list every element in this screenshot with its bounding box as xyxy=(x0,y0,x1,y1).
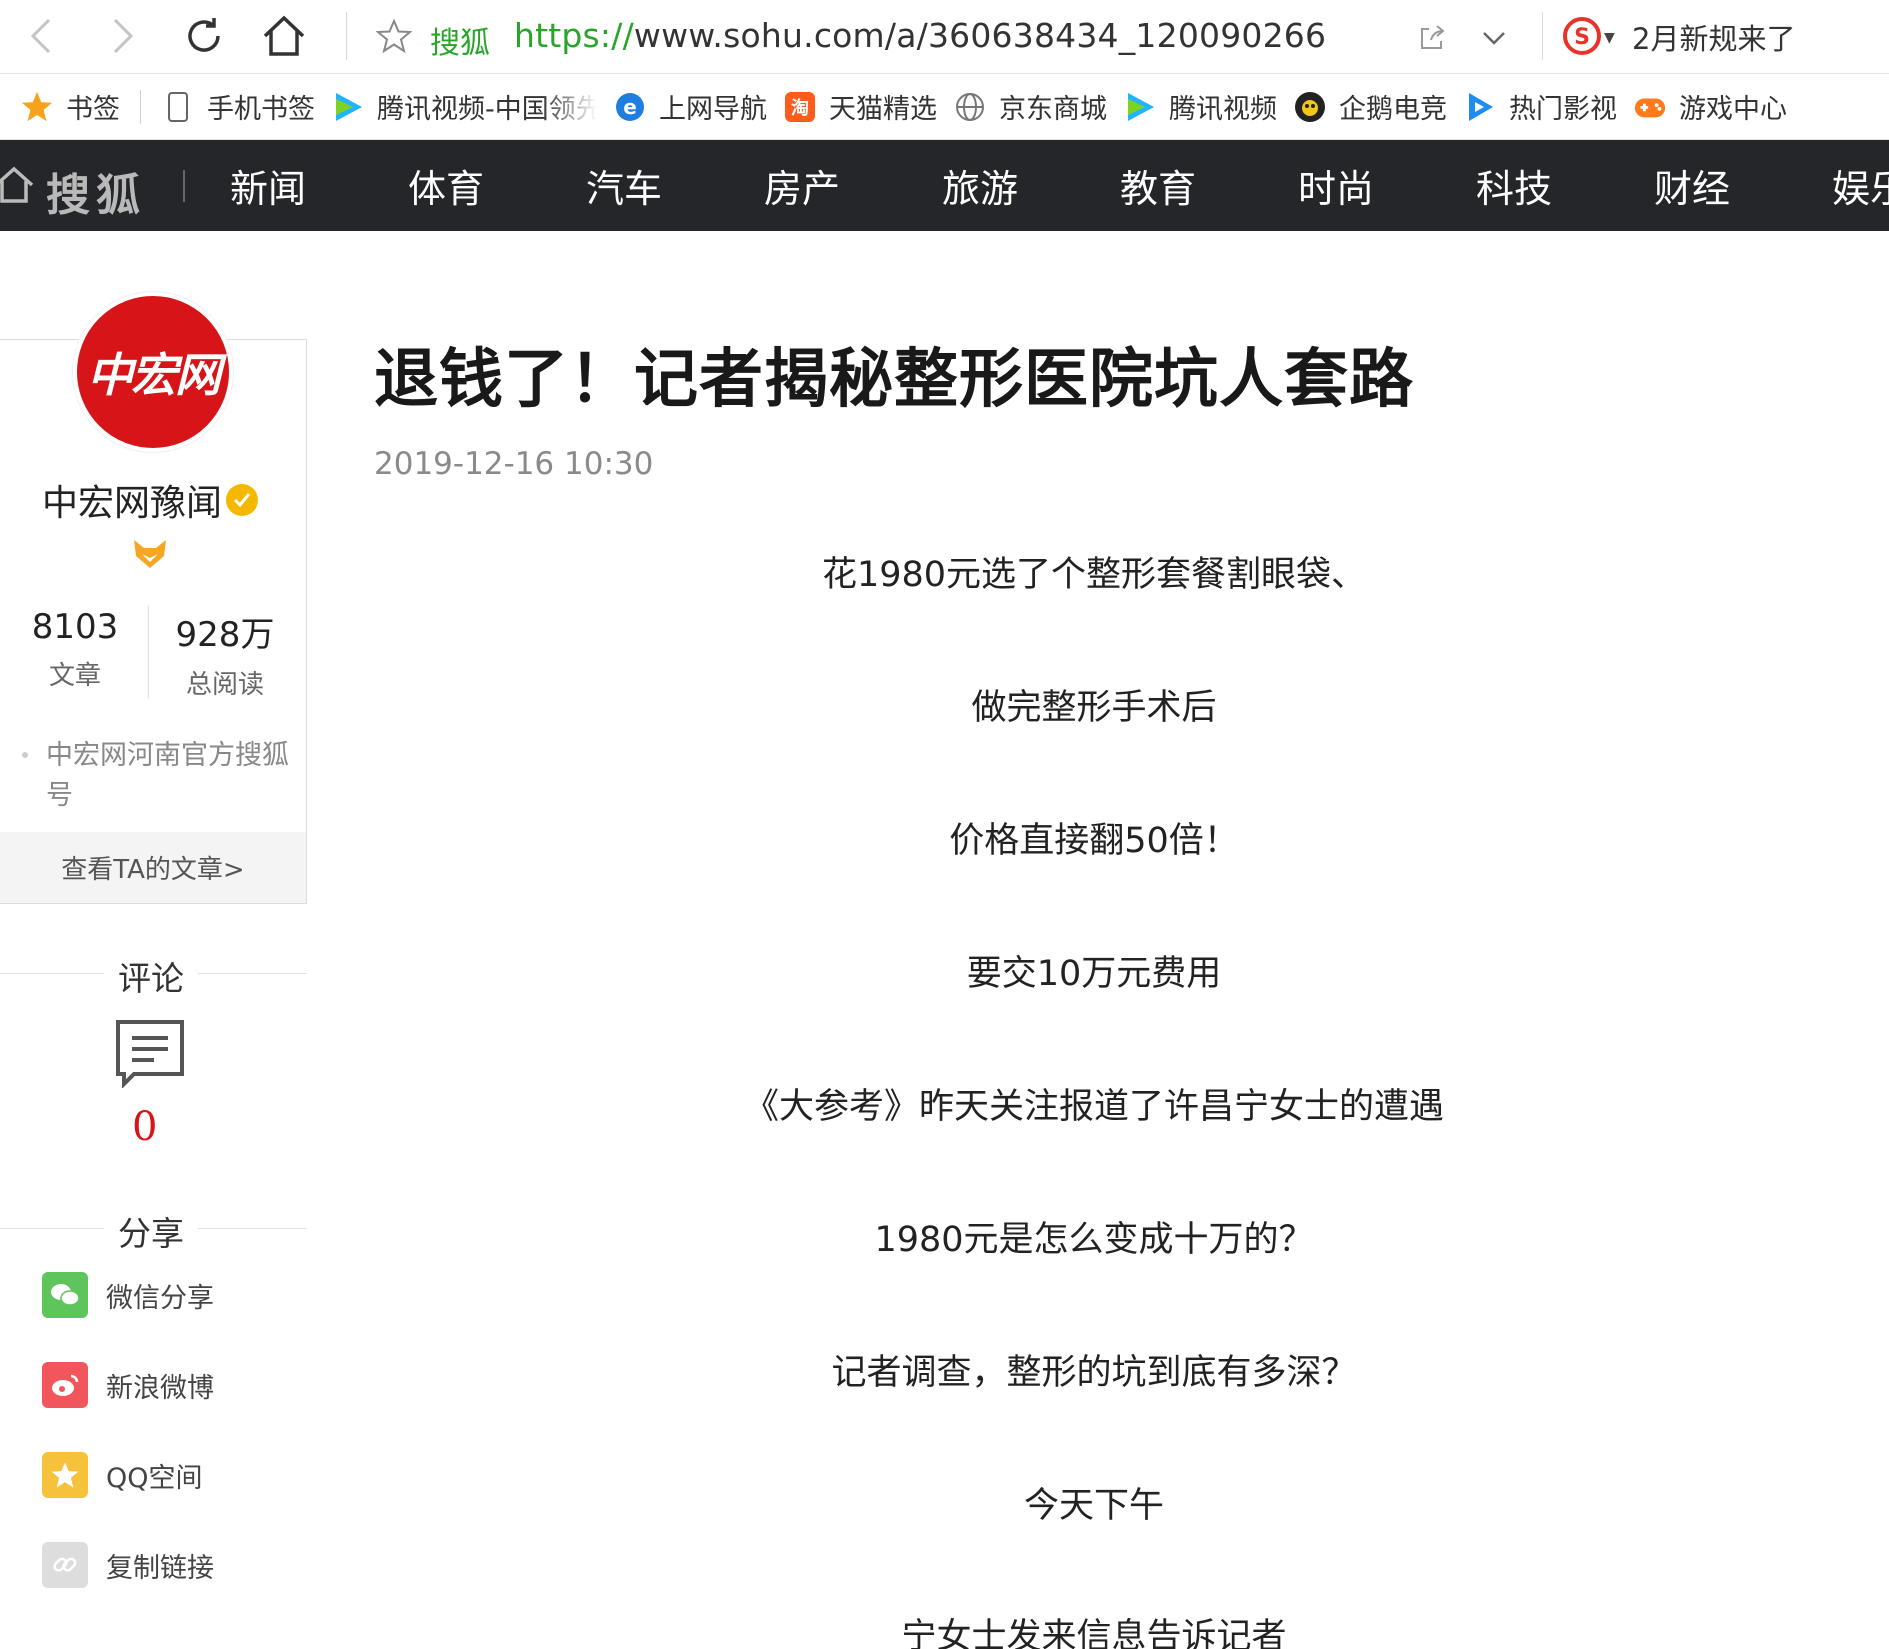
articles-stat: 8103 文章 xyxy=(31,607,119,691)
phone-icon xyxy=(161,90,195,124)
reads-stat: 928万 总阅读 xyxy=(175,615,275,700)
bookmark-item[interactable]: 游戏中心 xyxy=(1625,74,1795,139)
article-date: 2019-12-16 10:30 xyxy=(374,446,654,482)
bookmark-item[interactable]: 企鹅电竞 xyxy=(1285,74,1455,139)
caret-down-icon[interactable]: ▼ xyxy=(1604,30,1615,46)
bookmark-item[interactable]: 腾讯视频-中国领先 xyxy=(323,74,605,139)
share-icon xyxy=(1421,25,1445,49)
share-page-button[interactable] xyxy=(1412,18,1452,58)
nav-item-fashion[interactable]: 时尚 xyxy=(1298,158,1476,213)
article-paragraph: 宁女士发来信息告诉记者 xyxy=(901,1617,1287,1649)
reload-button[interactable] xyxy=(178,10,230,62)
article-title: 退钱了！记者揭秘整形医院坑人套路 xyxy=(374,343,1414,417)
toolbar-divider xyxy=(1542,12,1543,60)
play-icon xyxy=(1463,90,1497,124)
news-notice-link[interactable]: 2月新规来了 xyxy=(1632,16,1795,58)
site-name: 搜狐 xyxy=(430,26,490,61)
sogou-logo-icon: S xyxy=(1563,17,1601,55)
nav-item-tech[interactable]: 科技 xyxy=(1476,158,1654,213)
stat-divider xyxy=(148,606,149,698)
svg-text:淘: 淘 xyxy=(791,97,809,119)
bookmark-item[interactable]: 热门影视 xyxy=(1455,74,1625,139)
article-paragraph: 做完整形手术后 xyxy=(971,688,1217,728)
address-dropdown-button[interactable] xyxy=(1474,18,1514,58)
article-paragraph: 1980元是怎么变成十万的？ xyxy=(874,1220,1314,1260)
share-weibo-button[interactable]: 新浪微博 xyxy=(42,1362,214,1408)
reload-icon xyxy=(188,18,220,52)
share-qzone-button[interactable]: QQ空间 xyxy=(42,1452,203,1498)
sogou-search-button[interactable]: S xyxy=(1560,14,1604,58)
site-navigation: 搜狐 新闻 体育 汽车 房产 旅游 教育 时尚 科技 财经 娱乐 xyxy=(0,140,1889,231)
toolbar-divider xyxy=(346,12,347,60)
chevron-left-icon xyxy=(30,18,51,54)
gamepad-icon xyxy=(1633,90,1667,124)
avatar[interactable]: 中宏网 xyxy=(73,292,233,452)
author-description: 中宏网河南官方搜狐号 xyxy=(46,740,289,811)
bookmark-item[interactable]: 手机书签 xyxy=(153,74,323,139)
nav-item-auto[interactable]: 汽车 xyxy=(586,158,764,213)
back-button[interactable] xyxy=(16,10,68,62)
wechat-icon xyxy=(42,1272,88,1318)
author-name[interactable]: 中宏网豫闻 xyxy=(42,474,259,526)
star-outline-icon xyxy=(376,18,412,54)
tencent-video-icon xyxy=(1123,90,1157,124)
fox-badge-icon xyxy=(134,540,166,568)
tencent-video-icon xyxy=(331,90,365,124)
share-copy-link-button[interactable]: 复制链接 xyxy=(42,1542,214,1588)
chevron-down-icon xyxy=(1483,32,1505,45)
globe-icon xyxy=(953,90,987,124)
article-paragraph: 花1980元选了个整形套餐割眼袋、 xyxy=(821,555,1367,595)
forward-button[interactable] xyxy=(96,10,148,62)
bookmark-star-button[interactable] xyxy=(372,14,416,58)
bookmark-item[interactable]: 腾讯视频 xyxy=(1115,74,1285,139)
ie-icon: e xyxy=(613,90,647,124)
nav-item-travel[interactable]: 旅游 xyxy=(942,158,1120,213)
author-stats: 8103 文章 928万 总阅读 xyxy=(0,607,307,703)
share-title: 分享 xyxy=(104,1207,198,1255)
nav-item-news[interactable]: 新闻 xyxy=(230,158,408,213)
bookmarks-bar: 书签 手机书签 腾讯视频-中国领先 e 上网导航 淘 天猫精选 京东商城 腾讯视… xyxy=(0,74,1889,140)
url-path: www.sohu.com/a/360638434_120090266 xyxy=(633,16,1327,55)
article-paragraph: 要交10万元费用 xyxy=(966,954,1222,994)
bookmark-item[interactable]: 京东商城 xyxy=(945,74,1115,139)
qzone-icon xyxy=(42,1452,88,1498)
star-icon xyxy=(20,90,54,124)
bookmark-item[interactable]: 书签 xyxy=(0,74,128,139)
home-icon xyxy=(263,15,305,56)
view-articles-button[interactable]: 查看TA的文章> xyxy=(0,832,306,903)
penguin-esports-icon xyxy=(1293,90,1327,124)
nav-item-sports[interactable]: 体育 xyxy=(408,158,586,213)
article-paragraph: 记者调查，整形的坑到底有多深？ xyxy=(831,1353,1357,1393)
chevron-right-icon xyxy=(113,18,134,54)
sohu-logo[interactable]: 搜狐 xyxy=(46,159,146,223)
url-protocol: https:// xyxy=(514,16,634,55)
svg-text:S: S xyxy=(1574,25,1590,50)
comment-icon[interactable] xyxy=(114,1018,186,1088)
share-wechat-button[interactable]: 微信分享 xyxy=(42,1272,214,1318)
article-paragraph: 今天下午 xyxy=(1023,1486,1164,1526)
bookmark-divider xyxy=(140,89,141,124)
url-field[interactable]: https://www.sohu.com/a/360638434_1200902… xyxy=(514,16,1326,55)
comment-count[interactable]: 0 xyxy=(132,1104,157,1150)
home-icon[interactable] xyxy=(0,165,34,205)
browser-address-bar: 搜狐 https://www.sohu.com/a/360638434_1200… xyxy=(0,0,1889,74)
nav-item-education[interactable]: 教育 xyxy=(1120,158,1298,213)
bookmark-item[interactable]: e 上网导航 xyxy=(605,74,775,139)
article-paragraph: 《大参考》昨天关注报道了许昌宁女士的遭遇 xyxy=(743,1087,1444,1127)
bullet-dot xyxy=(22,752,28,758)
weibo-icon xyxy=(42,1362,88,1408)
nav-item-entertainment[interactable]: 娱乐 xyxy=(1832,158,1889,213)
nav-divider xyxy=(183,170,185,202)
link-icon xyxy=(42,1542,88,1588)
bookmark-item[interactable]: 淘 天猫精选 xyxy=(775,74,945,139)
verified-icon xyxy=(226,484,259,516)
home-button[interactable] xyxy=(258,10,310,62)
article-paragraph: 价格直接翻50倍！ xyxy=(949,821,1239,861)
nav-item-finance[interactable]: 财经 xyxy=(1654,158,1832,213)
nav-item-realestate[interactable]: 房产 xyxy=(764,158,942,213)
comments-title: 评论 xyxy=(104,952,198,1000)
svg-text:e: e xyxy=(623,95,637,119)
tmall-icon: 淘 xyxy=(783,90,817,124)
